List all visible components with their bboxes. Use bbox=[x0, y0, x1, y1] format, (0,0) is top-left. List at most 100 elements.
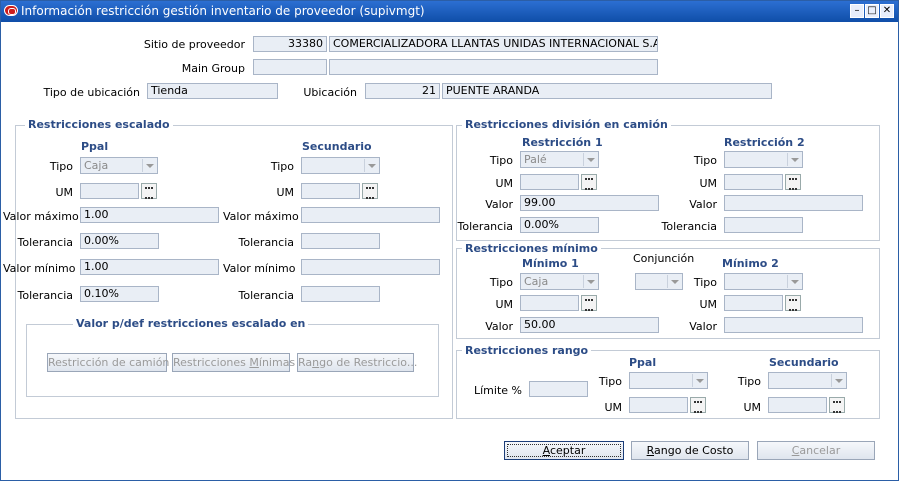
window-title: Información restricción gestión inventar… bbox=[21, 4, 425, 18]
scaling-defaults-title: Valor p/def restricciones escalado en bbox=[73, 317, 309, 330]
minimum-m2-um-field[interactable] bbox=[724, 295, 783, 311]
location-label: Ubicación bbox=[303, 86, 357, 99]
truck-r2-value-label: Valor bbox=[689, 198, 717, 211]
minimum-m1-um-field[interactable] bbox=[520, 295, 579, 311]
range-secondary-type-select[interactable] bbox=[768, 372, 847, 389]
scaling-type-label: Tipo bbox=[49, 160, 73, 173]
list-of-values-icon[interactable] bbox=[690, 397, 706, 413]
maximize-icon[interactable]: □ bbox=[865, 4, 879, 18]
minimum-um-label: UM bbox=[495, 298, 513, 311]
cost-range-button[interactable]: Rango de Costo bbox=[631, 441, 749, 460]
range-limit-label: Límite % bbox=[474, 384, 522, 397]
truck-r1-value-field[interactable]: 99.00 bbox=[520, 195, 659, 211]
title-bar[interactable]: Información restricción gestión inventar… bbox=[1, 1, 898, 22]
range-primary-um-field[interactable] bbox=[629, 397, 688, 413]
minimum-m2-type-select[interactable] bbox=[724, 273, 803, 290]
minimum-value-label: Valor bbox=[485, 320, 513, 333]
location-id-field[interactable]: 21 bbox=[365, 83, 440, 99]
scaling-secondary-um-field[interactable] bbox=[301, 183, 360, 199]
scaling-secondary-header: Secundario bbox=[302, 140, 372, 153]
main-group-code-field[interactable] bbox=[253, 59, 327, 75]
truck-r2-header: Restricción 2 bbox=[724, 136, 805, 149]
minimum-m2-header: Mínimo 2 bbox=[722, 257, 779, 270]
minimum-m1-value-field[interactable]: 50.00 bbox=[520, 317, 659, 333]
truck-r2-type-select[interactable] bbox=[724, 151, 803, 168]
chevron-down-icon bbox=[787, 153, 801, 166]
chevron-down-icon bbox=[583, 153, 597, 166]
list-of-values-icon[interactable] bbox=[362, 183, 378, 199]
close-icon[interactable]: ✕ bbox=[880, 4, 894, 18]
accept-button[interactable]: Aceptar bbox=[504, 441, 624, 460]
list-of-values-icon[interactable] bbox=[581, 295, 597, 311]
range-secondary-type-label: Tipo bbox=[737, 375, 761, 388]
scaling-primary-header: Ppal bbox=[81, 140, 109, 153]
chevron-down-icon bbox=[787, 275, 801, 288]
supplier-site-label: Sitio de proveedor bbox=[143, 38, 245, 51]
truck-r2-type-label: Tipo bbox=[693, 154, 717, 167]
range-secondary-um-field[interactable] bbox=[768, 397, 827, 413]
minimize-icon[interactable]: – bbox=[850, 4, 864, 18]
supplier-site-name-field[interactable]: COMERCIALIZADORA LLANTAS UNIDAS INTERNAC… bbox=[329, 36, 658, 52]
truck-r2-tolerance-label: Tolerancia bbox=[661, 220, 717, 233]
scaling-primary-type-select[interactable]: Caja bbox=[80, 157, 158, 174]
list-of-values-icon[interactable] bbox=[785, 174, 801, 190]
scaling-max-value-label: Valor máximo bbox=[3, 210, 79, 223]
scaling-primary-min-tolerance-field[interactable]: 0.10% bbox=[80, 286, 159, 302]
minimum-restrictions-hotkey: M bbox=[249, 356, 259, 369]
scaling-secondary-max-tolerance-label: Tolerancia bbox=[238, 236, 294, 249]
list-of-values-icon[interactable] bbox=[829, 397, 845, 413]
scaling-primary-min-value-field[interactable]: 1.00 bbox=[80, 259, 219, 275]
range-primary-type-select[interactable] bbox=[629, 372, 708, 389]
scaling-secondary-min-tolerance-field[interactable] bbox=[301, 286, 380, 302]
range-um-label: UM bbox=[604, 401, 622, 414]
minimum-group-title: Restricciones mínimo bbox=[462, 242, 601, 255]
supplier-site-id-field[interactable]: 33380 bbox=[253, 36, 327, 52]
minimum-m2-value-field[interactable] bbox=[724, 317, 863, 333]
conjunction-header: Conjunción bbox=[633, 252, 695, 265]
chevron-down-icon bbox=[364, 159, 378, 172]
range-primary-header: Ppal bbox=[629, 356, 657, 369]
cancel-button[interactable]: Cancelar bbox=[757, 441, 875, 460]
minimum-m1-type-select[interactable]: Caja bbox=[520, 273, 599, 290]
list-of-values-icon[interactable] bbox=[581, 174, 597, 190]
scaling-secondary-min-value-field[interactable] bbox=[301, 259, 440, 275]
restriction-range-label-prefix: Ra bbox=[298, 356, 313, 369]
scaling-min-value-label: Valor mínimo bbox=[3, 262, 76, 275]
scaling-max-tolerance-label: Tolerancia bbox=[17, 236, 73, 249]
scaling-secondary-type-label: Tipo bbox=[270, 160, 294, 173]
scaling-primary-max-tolerance-field[interactable]: 0.00% bbox=[80, 233, 159, 249]
chevron-down-icon bbox=[831, 374, 845, 387]
scaling-secondary-max-value-field[interactable] bbox=[301, 207, 440, 223]
truck-r1-type-select[interactable]: Palé bbox=[520, 151, 599, 168]
minimum-m2-um-label: UM bbox=[699, 298, 717, 311]
main-group-name-field[interactable] bbox=[329, 59, 658, 75]
scaling-secondary-um-label: UM bbox=[276, 186, 294, 199]
scaling-secondary-max-tolerance-field[interactable] bbox=[301, 233, 380, 249]
minimum-restrictions-button[interactable]: Restricciones Mínimas bbox=[172, 353, 295, 372]
truck-restriction-button[interactable]: Restricción de camión bbox=[47, 353, 169, 372]
scaling-primary-um-field[interactable] bbox=[80, 183, 139, 199]
location-type-field[interactable]: Tienda bbox=[147, 83, 278, 99]
truck-type-label: Tipo bbox=[489, 154, 513, 167]
scaling-secondary-type-select[interactable] bbox=[301, 157, 380, 174]
scaling-min-tolerance-label: Tolerancia bbox=[17, 289, 73, 302]
list-of-values-icon[interactable] bbox=[785, 295, 801, 311]
truck-r2-tolerance-field[interactable] bbox=[724, 217, 803, 233]
location-name-field[interactable]: PUENTE ARANDA bbox=[442, 83, 772, 99]
list-of-values-icon[interactable] bbox=[141, 183, 157, 199]
scaling-primary-max-value-field[interactable]: 1.00 bbox=[80, 207, 219, 223]
scaling-um-label: UM bbox=[55, 186, 73, 199]
minimum-m2-type-label: Tipo bbox=[693, 276, 717, 289]
range-type-label: Tipo bbox=[598, 375, 622, 388]
range-secondary-header: Secundario bbox=[769, 356, 839, 369]
truck-r1-tolerance-field[interactable]: 0.00% bbox=[520, 217, 599, 233]
minimum-m2-value-label: Valor bbox=[689, 320, 717, 333]
restriction-range-button[interactable]: Rango de Restriccio... bbox=[297, 353, 417, 372]
accept-label-suffix: ceptar bbox=[549, 444, 586, 457]
location-type-label: Tipo de ubicación bbox=[43, 86, 141, 99]
cost-range-hotkey: R bbox=[646, 444, 655, 457]
range-limit-field[interactable] bbox=[529, 381, 588, 397]
truck-r2-value-field[interactable] bbox=[724, 195, 863, 211]
truck-r2-um-field[interactable] bbox=[724, 174, 783, 190]
truck-r1-um-field[interactable] bbox=[520, 174, 579, 190]
